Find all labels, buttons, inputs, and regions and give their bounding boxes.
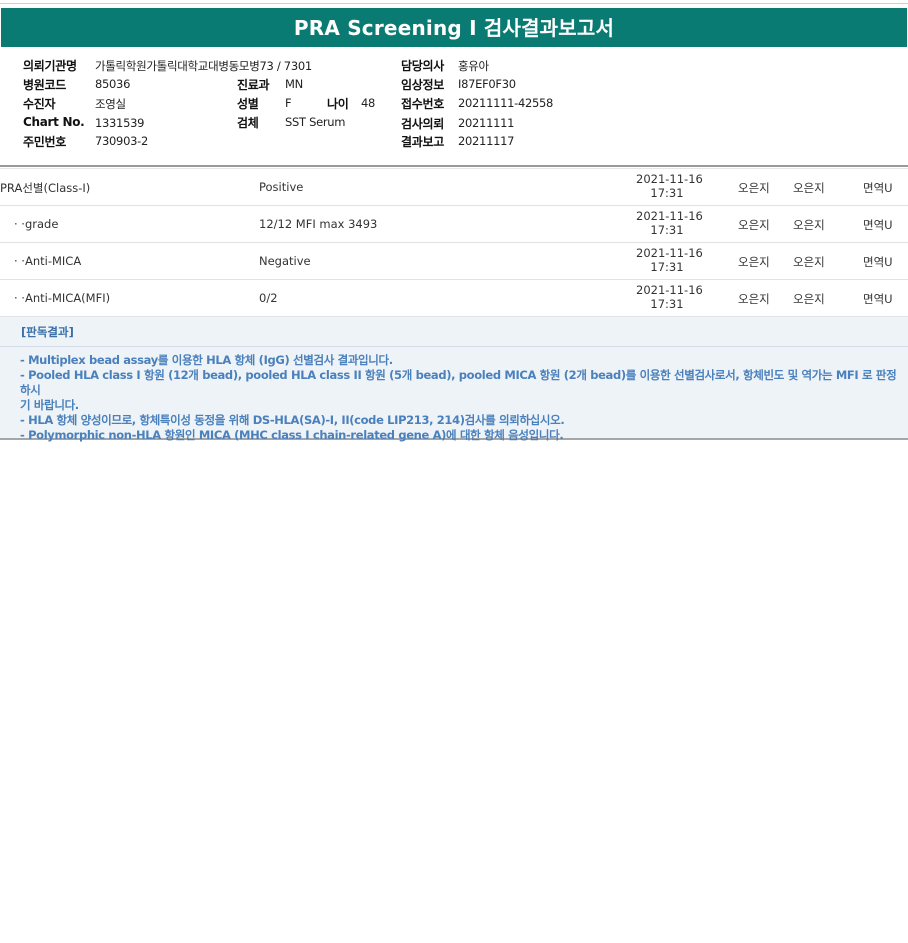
section-divider [0, 165, 908, 167]
department: 면역U [863, 255, 893, 269]
chart-number-label: Chart No. [23, 115, 85, 129]
test-name: PRA선별(Class-I) [0, 181, 91, 195]
test-date: 2021-11-16 [636, 172, 703, 186]
test-result: Negative [259, 254, 311, 268]
request-date-value: 20211111 [458, 116, 515, 130]
sex-value: F [285, 96, 292, 110]
test-time: 17:31 [650, 260, 684, 274]
verifier: 오은지 [793, 255, 825, 269]
verifier: 오은지 [793, 181, 825, 195]
dept-value: MN [285, 77, 303, 91]
receipt-number-value: 20211111-42558 [458, 96, 554, 110]
tester: 오은지 [738, 255, 770, 269]
test-datetime: 2021-11-16 17:31 [636, 284, 703, 312]
sex-label: 성별 [237, 97, 259, 111]
clinical-info-label: 임상정보 [401, 78, 444, 92]
hospital-code-value: 85036 [95, 77, 131, 91]
specimen-label: 검체 [237, 116, 259, 130]
table-row: · ·grade 12/12 MFI max 3493 2021-11-16 17… [0, 206, 908, 243]
chart-number-value: 1331539 [95, 116, 145, 130]
top-border [0, 3, 908, 4]
table-row: · ·Anti-MICA Negative 2021-11-16 17:31 오은… [0, 243, 908, 280]
test-name: · ·grade [14, 217, 59, 231]
test-date: 2021-11-16 [636, 283, 703, 297]
judgment-line: 기 바랍니다. [20, 398, 79, 412]
table-row: PRA선별(Class-I) Positive 2021-11-16 17:31 … [0, 169, 908, 206]
resident-number-label: 주민번호 [23, 135, 66, 149]
request-date-label: 검사의뢰 [401, 117, 444, 131]
test-result: 0/2 [259, 291, 278, 305]
dept-label: 진료과 [237, 78, 270, 92]
test-result: 12/12 MFI max 3493 [259, 217, 378, 231]
verifier: 오은지 [793, 292, 825, 306]
results-table: PRA선별(Class-I) Positive 2021-11-16 17:31 … [0, 169, 908, 317]
test-datetime: 2021-11-16 17:31 [636, 210, 703, 238]
judgment-line: - Multiplex bead assay를 이용한 HLA 항체 (IgG)… [20, 353, 393, 367]
test-name: · ·Anti-MICA [14, 254, 82, 268]
patient-label: 수진자 [23, 97, 56, 111]
resident-number-value: 730903-2 [95, 134, 148, 148]
test-datetime: 2021-11-16 17:31 [636, 247, 703, 275]
judgment-line: - Pooled HLA class I 항원 (12개 bead), pool… [20, 368, 897, 397]
department: 면역U [863, 181, 893, 195]
institution-label: 의뢰기관명 [23, 59, 77, 73]
patient-value: 조영실 [95, 97, 126, 111]
doctor-value: 홍유아 [458, 59, 489, 73]
department: 면역U [863, 218, 893, 232]
judgment-header: [판독결과] [0, 317, 908, 347]
clinical-info-value: I87EF0F30 [458, 77, 516, 91]
test-date: 2021-11-16 [636, 246, 703, 260]
table-row: · ·Anti-MICA(MFI) 0/2 2021-11-16 17:31 오은… [0, 280, 908, 317]
patient-info-panel: 의뢰기관명 가톨릭학원가톨릭대학교대병동모병73 / 7301 담당의사 홍유아… [0, 52, 908, 164]
judgment-section: [판독결과] - Multiplex bead assay를 이용한 HLA 항… [0, 317, 908, 443]
department: 면역U [863, 292, 893, 306]
age-value: 48 [361, 96, 376, 110]
judgment-line: - Polymorphic non-HLA 항원인 MICA (MHC clas… [20, 428, 564, 442]
judgment-line: - HLA 항체 양성이므로, 항체특이성 동정을 위해 DS-HLA(SA)-… [20, 413, 565, 427]
test-date: 2021-11-16 [636, 209, 703, 223]
judgment-text: - Multiplex bead assay를 이용한 HLA 항체 (IgG)… [20, 353, 904, 443]
doctor-label: 담당의사 [401, 59, 444, 73]
hospital-code-label: 병원코드 [23, 78, 66, 92]
report-date-value: 20211117 [458, 134, 515, 148]
institution-value: 가톨릭학원가톨릭대학교대병동모병73 / 7301 [95, 59, 312, 73]
verifier: 오은지 [793, 218, 825, 232]
tester: 오은지 [738, 292, 770, 306]
report-date-label: 결과보고 [401, 135, 444, 149]
judgment-title: [판독결과] [21, 325, 74, 339]
tester: 오은지 [738, 218, 770, 232]
age-label: 나이 [327, 97, 349, 111]
receipt-number-label: 접수번호 [401, 97, 444, 111]
tester: 오은지 [738, 181, 770, 195]
report-title: PRA Screening I 검사결과보고서 [1, 8, 907, 47]
test-result: Positive [259, 180, 304, 194]
specimen-value: SST Serum [285, 115, 346, 129]
test-name: · ·Anti-MICA(MFI) [14, 291, 111, 305]
test-time: 17:31 [650, 297, 684, 311]
test-time: 17:31 [650, 223, 684, 237]
test-datetime: 2021-11-16 17:31 [636, 173, 703, 201]
test-time: 17:31 [650, 186, 684, 200]
